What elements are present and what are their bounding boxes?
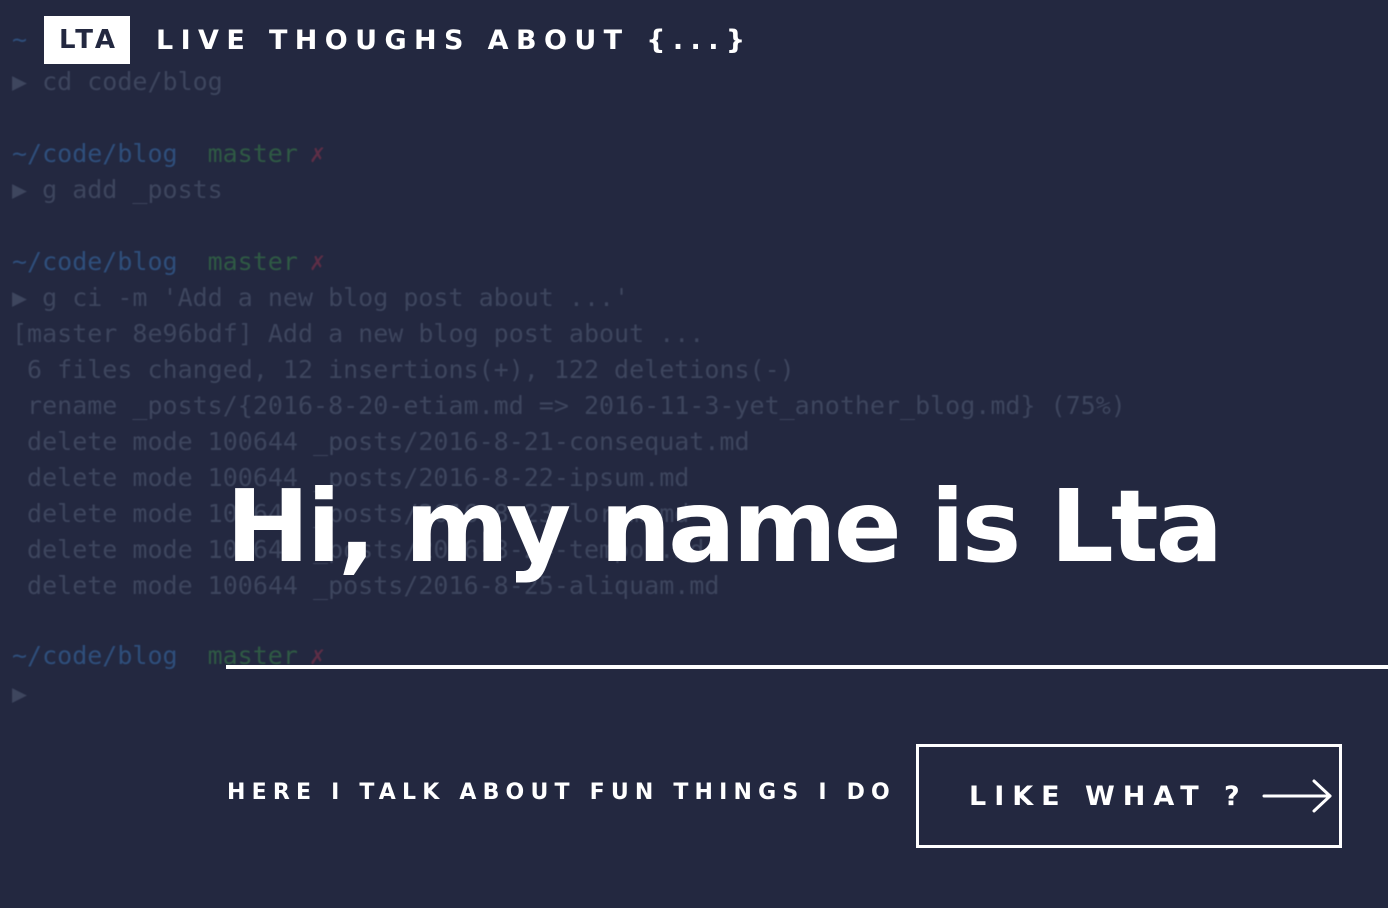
hero-tagline: HERE I TALK ABOUT FUN THINGS I DO bbox=[227, 780, 896, 805]
site-header: LTA LIVE THOUGHS ABOUT {...} bbox=[44, 16, 752, 64]
terminal-line: delete mode 100644 _posts/2016-8-21-cons… bbox=[12, 427, 750, 456]
terminal-line: ▶ g ci -m 'Add a new blog post about ...… bbox=[12, 283, 630, 312]
cta-label: LIKE WHAT ? bbox=[969, 780, 1248, 812]
hero-title: Hi, my name is Lta bbox=[226, 468, 1223, 585]
prompt-path: ~/code/blog bbox=[12, 247, 178, 276]
site-title[interactable]: LIVE THOUGHS ABOUT {...} bbox=[156, 25, 752, 56]
arrow-right-icon bbox=[1262, 779, 1332, 813]
prompt-branch: master bbox=[207, 247, 298, 276]
hero-divider bbox=[226, 665, 1388, 669]
terminal-line: ▶ cd code/blog bbox=[12, 67, 223, 96]
terminal-line: ▶ bbox=[12, 679, 28, 708]
like-what-button[interactable]: LIKE WHAT ? bbox=[916, 744, 1342, 848]
prompt-dirty-marker: ✗ bbox=[309, 139, 325, 168]
prompt-dirty-marker: ✗ bbox=[309, 247, 325, 276]
terminal-line: ▶ g add _posts bbox=[12, 175, 223, 204]
prompt-path: ~/code/blog bbox=[12, 139, 178, 168]
terminal-line: 6 files changed, 12 insertions(+), 122 d… bbox=[12, 355, 795, 384]
site-logo[interactable]: LTA bbox=[44, 16, 130, 64]
prompt-path: ~/code/blog bbox=[12, 641, 178, 670]
terminal-line: ~ bbox=[12, 25, 28, 54]
terminal-line: rename _posts/{2016-8-20-etiam.md => 201… bbox=[12, 391, 1126, 420]
terminal-line: [master 8e96bdf] Add a new blog post abo… bbox=[12, 319, 705, 348]
prompt-branch: master bbox=[207, 139, 298, 168]
terminal-line: ~/code/blog master ✗ bbox=[12, 244, 325, 280]
terminal-line: ~/code/blog master ✗ bbox=[12, 136, 325, 172]
